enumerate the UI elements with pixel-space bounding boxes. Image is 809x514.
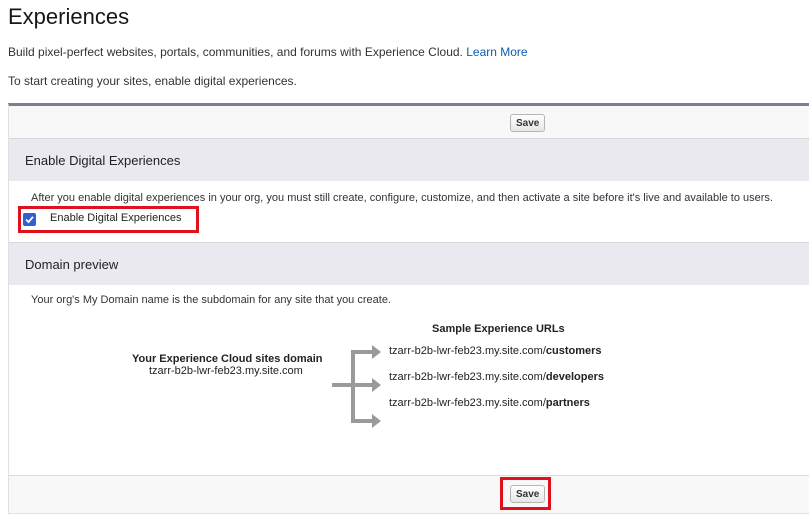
highlight-box-save bbox=[500, 477, 551, 510]
learn-more-link[interactable]: Learn More bbox=[466, 45, 527, 59]
enable-help-text: After you enable digital experiences in … bbox=[31, 192, 773, 204]
sample-url: tzarr-b2b-lwr-feb23.my.site.com/customer… bbox=[389, 345, 602, 357]
domain-section-heading: Domain preview bbox=[25, 257, 119, 272]
start-hint: To start creating your sites, enable dig… bbox=[8, 74, 297, 88]
footer-divider bbox=[9, 475, 809, 476]
enable-section-header: Enable Digital Experiences bbox=[9, 138, 809, 181]
sample-url: tzarr-b2b-lwr-feb23.my.site.com/partners bbox=[389, 397, 590, 409]
highlight-box-checkbox bbox=[18, 206, 199, 233]
save-button-top[interactable]: Save bbox=[510, 114, 546, 132]
enable-section-heading: Enable Digital Experiences bbox=[25, 153, 181, 168]
page-title: Experiences bbox=[8, 4, 130, 29]
branch-arrow-icon bbox=[332, 345, 381, 428]
sample-urls-title: Sample Experience URLs bbox=[432, 323, 565, 335]
domain-section-header: Domain preview bbox=[9, 242, 809, 285]
domain-help-text: Your org's My Domain name is the subdoma… bbox=[31, 294, 391, 306]
sample-url: tzarr-b2b-lwr-feb23.my.site.com/develope… bbox=[389, 371, 604, 383]
intro-text: Build pixel-perfect websites, portals, c… bbox=[8, 45, 463, 59]
page-intro: Build pixel-perfect websites, portals, c… bbox=[8, 45, 528, 59]
domain-title: Your Experience Cloud sites domain bbox=[132, 353, 323, 365]
domain-value: tzarr-b2b-lwr-feb23.my.site.com bbox=[149, 365, 303, 377]
